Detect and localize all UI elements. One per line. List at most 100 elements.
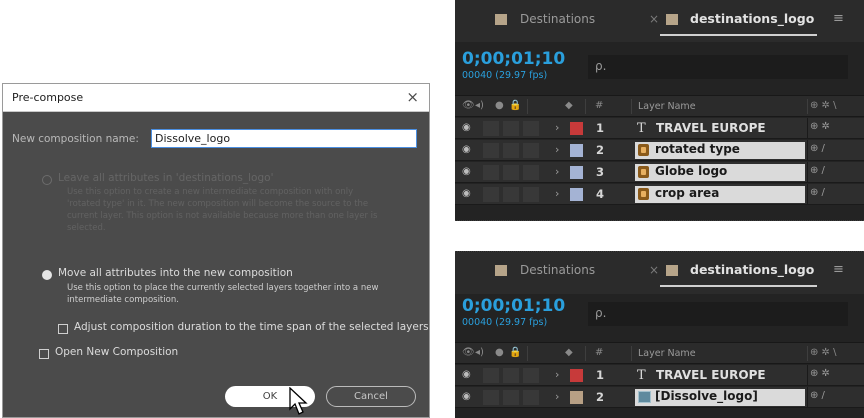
close-tab-icon[interactable]: × (649, 263, 659, 277)
layer-row[interactable]: ◉ › 2 [Dissolve_logo] ⊕ / (455, 387, 864, 408)
solo-switch-icon[interactable]: ● (495, 100, 504, 111)
eye-icon[interactable]: ◉ (462, 188, 471, 199)
layer-name[interactable]: [Dissolve_logo] (635, 389, 805, 406)
tab-destinations[interactable]: Destinations (520, 12, 595, 26)
frame-count-display: 00040 (29.97 fps) (462, 317, 548, 328)
eye-icon[interactable]: ◉ (462, 144, 471, 155)
close-tab-icon[interactable]: × (649, 12, 659, 26)
solo-switch-cell[interactable] (503, 143, 519, 158)
layer-name[interactable]: TRAVEL EUROPE (656, 121, 766, 135)
tab-destinations-logo[interactable]: destinations_logo (690, 262, 814, 277)
lock-switch-cell[interactable] (523, 121, 539, 136)
audio-switch-cell[interactable] (483, 368, 499, 383)
eye-icon[interactable]: ◉ (462, 391, 471, 402)
layer-switches-icons[interactable]: ⊕ / (810, 165, 825, 176)
column-divider (807, 184, 808, 205)
layer-name[interactable]: TRAVEL EUROPE (656, 368, 766, 382)
layer-switches-header-icons: ⊕ ✲ \ (810, 347, 837, 358)
label-color-swatch[interactable] (570, 391, 583, 404)
layer-row[interactable]: ◉ › 1 T TRAVEL EUROPE ⊕ ✲ (455, 118, 864, 139)
audio-switch-icon[interactable]: ◂) (475, 100, 484, 111)
solo-switch-cell[interactable] (503, 390, 519, 405)
open-new-composition-label[interactable]: Open New Composition (55, 346, 178, 358)
eye-icon[interactable]: ◉ (462, 166, 471, 177)
open-new-composition-checkbox[interactable] (39, 349, 49, 359)
column-divider (631, 346, 632, 361)
search-icon: ρ. (595, 306, 607, 320)
lock-icon[interactable]: 🔒 (509, 100, 521, 111)
column-divider (527, 99, 528, 114)
layer-name-header[interactable]: Layer Name (638, 101, 696, 112)
chevron-right-icon[interactable]: › (555, 121, 559, 134)
dialog-title: Pre-compose (12, 91, 84, 104)
lock-switch-cell[interactable] (523, 143, 539, 158)
layer-switches-icons[interactable]: ⊕ ✲ (810, 121, 830, 132)
label-color-swatch[interactable] (570, 166, 583, 179)
adjust-duration-label[interactable]: Adjust composition duration to the time … (74, 321, 429, 333)
video-switch-icon[interactable]: 👁 (462, 347, 475, 358)
label-tag-icon[interactable]: ◆ (565, 347, 573, 358)
timeline-tab-bar: Destinations × destinations_logo ≡ (455, 0, 864, 42)
eye-icon[interactable]: ◉ (462, 369, 471, 380)
panel-menu-icon[interactable]: ≡ (833, 11, 844, 26)
layer-switches-icons[interactable]: ⊕ / (810, 187, 825, 198)
layer-name[interactable]: rotated type (635, 142, 805, 159)
close-icon[interactable]: × (406, 88, 419, 106)
audio-switch-cell[interactable] (483, 187, 499, 202)
move-attributes-label[interactable]: Move all attributes into the new composi… (58, 267, 293, 279)
layer-switches-icons[interactable]: ⊕ ✲ (810, 368, 830, 379)
layer-name[interactable]: Globe logo (635, 164, 805, 181)
chevron-right-icon[interactable]: › (555, 390, 559, 403)
label-color-swatch[interactable] (570, 188, 583, 201)
lock-switch-cell[interactable] (523, 368, 539, 383)
lock-switch-cell[interactable] (523, 165, 539, 180)
timeline-panel-after: Destinations × destinations_logo ≡ 0;00;… (455, 251, 864, 418)
solo-switch-icon[interactable]: ● (495, 347, 504, 358)
panel-menu-icon[interactable]: ≡ (833, 262, 844, 277)
column-divider (807, 365, 808, 386)
eye-icon[interactable]: ◉ (462, 122, 471, 133)
chevron-right-icon[interactable]: › (555, 368, 559, 381)
layer-row[interactable]: ◉ › 1 T TRAVEL EUROPE ⊕ ✲ (455, 365, 864, 386)
chevron-right-icon[interactable]: › (555, 187, 559, 200)
layer-search-input[interactable]: ρ. (588, 55, 848, 79)
audio-switch-icon[interactable]: ◂) (475, 347, 484, 358)
current-time-display[interactable]: 0;00;01;10 (462, 296, 565, 316)
column-divider (585, 346, 586, 361)
label-color-swatch[interactable] (570, 122, 583, 135)
tab-destinations-logo[interactable]: destinations_logo (690, 11, 814, 26)
text-layer-icon: T (637, 368, 646, 383)
audio-switch-cell[interactable] (483, 121, 499, 136)
solo-switch-cell[interactable] (503, 187, 519, 202)
lock-switch-cell[interactable] (523, 187, 539, 202)
audio-switch-cell[interactable] (483, 143, 499, 158)
audio-switch-cell[interactable] (483, 390, 499, 405)
solo-switch-cell[interactable] (503, 165, 519, 180)
chevron-right-icon[interactable]: › (555, 165, 559, 178)
solo-switch-cell[interactable] (503, 121, 519, 136)
chevron-right-icon[interactable]: › (555, 143, 559, 156)
tab-destinations[interactable]: Destinations (520, 263, 595, 277)
move-attributes-radio[interactable] (42, 270, 52, 280)
composition-name-field[interactable] (151, 129, 417, 148)
label-color-swatch[interactable] (570, 144, 583, 157)
label-tag-icon[interactable]: ◆ (565, 100, 573, 111)
layer-row[interactable]: ◉ › 3 Globe logo ⊕ / (455, 162, 864, 183)
layer-row[interactable]: ◉ › 4 crop area ⊕ / (455, 184, 864, 205)
leave-attributes-radio (42, 175, 52, 185)
current-time-display[interactable]: 0;00;01;10 (462, 49, 565, 69)
video-switch-icon[interactable]: 👁 (462, 100, 475, 111)
label-color-swatch[interactable] (570, 369, 583, 382)
adjust-duration-checkbox[interactable] (58, 324, 68, 334)
lock-switch-cell[interactable] (523, 390, 539, 405)
layer-switches-icons[interactable]: ⊕ / (810, 143, 825, 154)
layer-switches-icons[interactable]: ⊕ / (810, 390, 825, 401)
layer-row[interactable]: ◉ › 2 rotated type ⊕ / (455, 140, 864, 161)
cancel-button[interactable]: Cancel (326, 386, 416, 407)
lock-icon[interactable]: 🔒 (509, 347, 521, 358)
layer-name[interactable]: crop area (635, 186, 805, 203)
solo-switch-cell[interactable] (503, 368, 519, 383)
audio-switch-cell[interactable] (483, 165, 499, 180)
layer-name-header[interactable]: Layer Name (638, 348, 696, 359)
layer-search-input[interactable]: ρ. (588, 302, 848, 326)
